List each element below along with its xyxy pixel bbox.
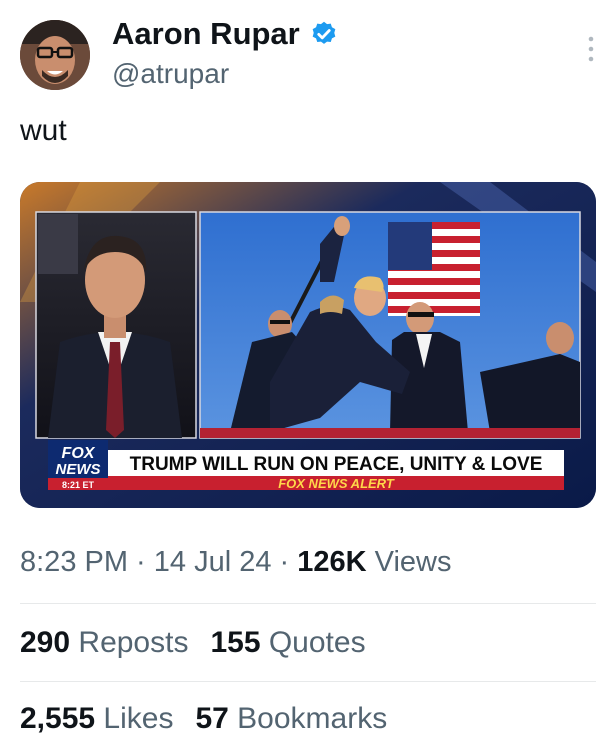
- divider: [20, 681, 596, 682]
- verified-badge-icon: [310, 20, 338, 48]
- avatar[interactable]: [20, 20, 90, 90]
- display-name[interactable]: Aaron Rupar: [112, 16, 338, 52]
- anchor-panel: [35, 211, 197, 439]
- tweet-time[interactable]: 8:23 PM: [20, 546, 128, 578]
- views-label: Views: [366, 546, 452, 578]
- divider: [20, 603, 596, 604]
- event-photo-panel: [199, 211, 581, 439]
- tweet-meta: 8:23 PM · 14 Jul 24 · 126K Views: [20, 546, 452, 578]
- stats-row-2: 2,555 Likes 57 Bookmarks: [20, 702, 409, 736]
- svg-text:FOX: FOX: [62, 445, 96, 462]
- display-name-text[interactable]: Aaron Rupar: [112, 16, 300, 52]
- tweet-header: Aaron Rupar @atrupar: [20, 16, 600, 96]
- reposts-stat[interactable]: 290 Reposts: [20, 626, 188, 659]
- svg-text:NEWS: NEWS: [56, 461, 101, 478]
- more-options-icon[interactable]: [586, 34, 596, 64]
- bookmarks-stat[interactable]: 57 Bookmarks: [195, 702, 387, 735]
- chyron-alert: FOX NEWS ALERT: [278, 476, 395, 491]
- handle[interactable]: @atrupar: [112, 58, 229, 90]
- svg-text:8:21 ET: 8:21 ET: [62, 480, 95, 490]
- likes-stat[interactable]: 2,555 Likes: [20, 702, 173, 735]
- chyron: TRUMP WILL RUN ON PEACE, UNITY & LOVE FO…: [108, 450, 564, 491]
- quotes-stat[interactable]: 155 Quotes: [210, 626, 365, 659]
- stats-row-1: 290 Reposts 155 Quotes: [20, 626, 388, 660]
- views-count: 126K: [297, 546, 367, 578]
- tweet-media-image[interactable]: FOX NEWS 8:21 ET TRUMP WILL RUN ON PEACE…: [20, 182, 596, 508]
- tweet-text: wut: [20, 114, 67, 147]
- tweet-date[interactable]: 14 Jul 24: [154, 546, 272, 578]
- chyron-headline: TRUMP WILL RUN ON PEACE, UNITY & LOVE: [130, 454, 543, 475]
- fox-news-logo: FOX NEWS 8:21 ET: [48, 440, 108, 490]
